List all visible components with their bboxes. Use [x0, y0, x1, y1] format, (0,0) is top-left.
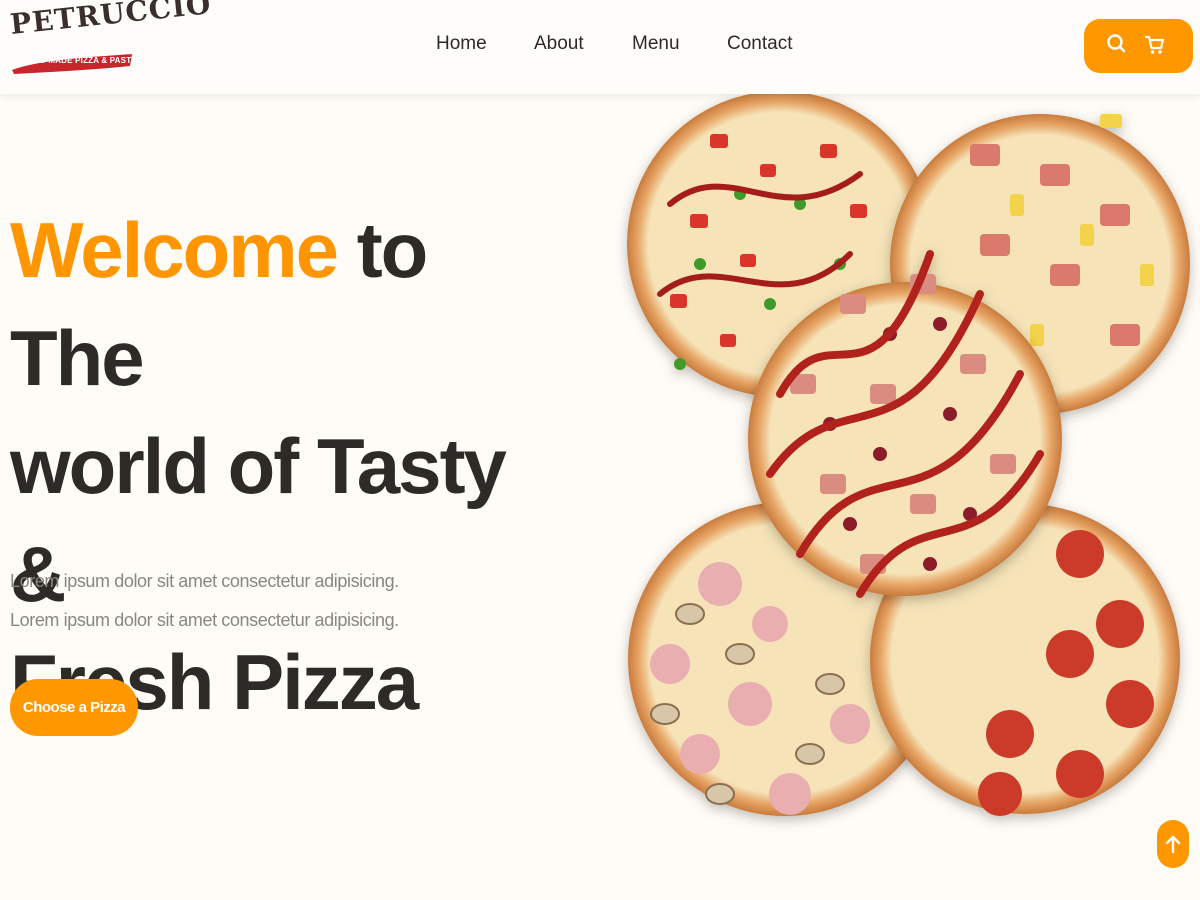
hero-title-accent: Welcome [10, 206, 339, 294]
hero-text-line1: Lorem ipsum dolor sit amet consectetur a… [10, 571, 399, 591]
hero-description: Lorem ipsum dolor sit amet consectetur a… [10, 562, 450, 640]
nav-about[interactable]: About [534, 33, 584, 55]
scroll-to-top-button[interactable] [1157, 820, 1189, 868]
brand-name: PETRUCCIO [8, 0, 213, 41]
cart-icon[interactable] [1141, 31, 1169, 59]
arrow-up-icon [1165, 835, 1181, 854]
header-actions [1084, 19, 1193, 73]
brand-tagline: HAND MADE PIZZA & PASTA [22, 56, 137, 65]
nav-contact[interactable]: Contact [727, 33, 792, 55]
site-header: PETRUCCIO HAND MADE PIZZA & PASTA Home A… [0, 0, 1200, 94]
hero-title: Welcome to The world of Tasty & Fresh Pi… [10, 196, 530, 736]
hero-text-line2: Lorem ipsum dolor sit amet consectetur a… [10, 610, 399, 630]
search-icon[interactable] [1103, 31, 1131, 59]
brand-logo[interactable]: PETRUCCIO HAND MADE PIZZA & PASTA [8, 0, 213, 78]
choose-pizza-button[interactable]: Choose a Pizza [10, 679, 138, 736]
hero-pizza-image [610, 94, 1200, 900]
nav-home[interactable]: Home [436, 33, 487, 55]
nav-menu[interactable]: Menu [632, 33, 680, 55]
